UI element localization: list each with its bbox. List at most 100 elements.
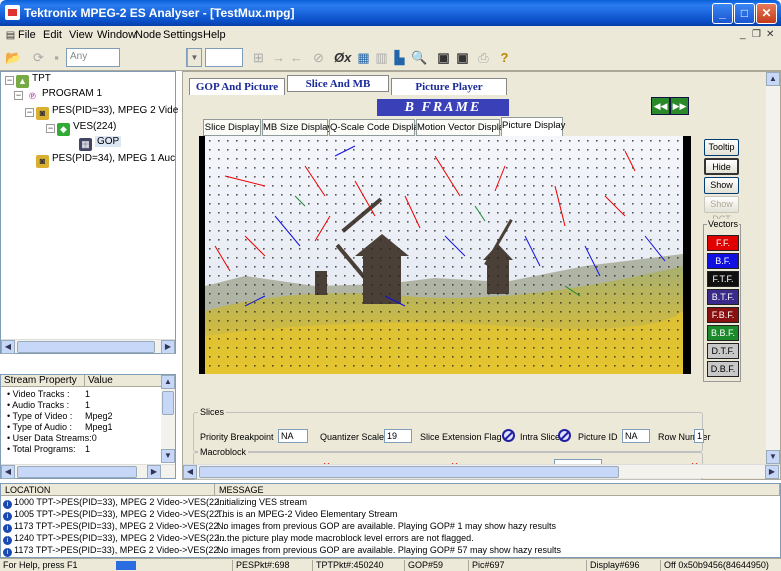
tree-node-tpt[interactable]: ▲ TPT	[16, 73, 51, 88]
tab-motion-vector-display[interactable]: Motion Vector Display	[416, 119, 509, 136]
menu-settings[interactable]: Settings	[163, 29, 203, 41]
minimize-button[interactable]: _	[712, 3, 733, 24]
main-vertical-scrollbar[interactable]: ▲ ▼	[766, 72, 780, 464]
scroll-right-icon[interactable]: ▶	[765, 465, 779, 479]
open-folder-icon[interactable]: 📂	[5, 49, 22, 66]
menu-node[interactable]: Node	[135, 29, 161, 41]
picture-id-field[interactable]: NA	[622, 429, 650, 443]
next-frame-button[interactable]: ▶▶	[670, 97, 689, 115]
scroll-left-icon[interactable]: ◀	[183, 465, 197, 479]
properties-vertical-scrollbar[interactable]: ▲ ▼	[161, 375, 175, 463]
menu-view[interactable]: View	[69, 29, 93, 41]
log-row[interactable]: i 1000 TPT->PES(PID=33), MPEG 2 Video->VE…	[3, 497, 227, 509]
film-stats-icon[interactable]: ▣	[454, 49, 471, 66]
mdi-close-button[interactable]: ✕	[766, 29, 774, 40]
filter-combo[interactable]: Any	[66, 48, 120, 67]
stop-icon[interactable]: ⊘	[310, 49, 327, 66]
number-input[interactable]	[205, 48, 243, 67]
vector-bf-button[interactable]: B.F.	[707, 253, 739, 269]
print-icon[interactable]: ⎙	[475, 49, 492, 66]
vector-ff-button[interactable]: F.F.	[707, 235, 739, 251]
properties-horizontal-scrollbar[interactable]: ◀ ▶	[1, 464, 175, 479]
hide-mvs-button[interactable]: Hide MVs	[704, 158, 739, 187]
menu-window[interactable]: Window	[97, 29, 136, 41]
dropdown-combo[interactable]: ▼	[186, 48, 202, 67]
save-icon[interactable]: ▪	[48, 49, 65, 66]
scroll-left-icon[interactable]: ◀	[1, 340, 15, 354]
scroll-thumb[interactable]	[17, 341, 155, 353]
picture-display[interactable]	[199, 136, 691, 374]
zoom-icon[interactable]: 🔍	[411, 49, 428, 66]
tab-slice-and-mb[interactable]: Slice And MB	[287, 75, 389, 92]
main-horizontal-scrollbar[interactable]: ◀ ▶	[183, 464, 780, 479]
mdi-minimize-button[interactable]: _	[740, 29, 746, 40]
header-location[interactable]: LOCATION	[1, 484, 215, 496]
log-row[interactable]: i 1173 TPT->PES(PID=33), MPEG 2 Video->VE…	[3, 521, 226, 533]
priority-breakpoint-field[interactable]: NA	[278, 429, 308, 443]
collapse-icon[interactable]: −	[5, 76, 14, 85]
refresh-icon[interactable]: ⟳	[30, 49, 47, 66]
log-row[interactable]: i 1173 TPT->PES(PID=33), MPEG 2 Video->VE…	[3, 545, 226, 557]
scroll-thumb[interactable]	[162, 391, 174, 415]
header-value[interactable]: Value	[85, 375, 163, 387]
previous-frame-button[interactable]: ◀◀	[651, 97, 670, 115]
header-property[interactable]: Stream Property	[1, 375, 85, 387]
tree-node-pes-video[interactable]: ◙ PES(PID=33), MPEG 2 Vide	[36, 105, 178, 120]
mdi-restore-button[interactable]: ❐	[752, 29, 761, 40]
scroll-up-icon[interactable]: ▲	[161, 375, 175, 389]
vector-ftf-button[interactable]: F.T.F.	[707, 271, 739, 287]
row-number-field[interactable]: 1	[694, 429, 704, 443]
scroll-left-icon[interactable]: ◀	[1, 465, 15, 479]
arrow-right-icon[interactable]: →	[270, 49, 287, 66]
collapse-icon[interactable]: −	[25, 108, 34, 117]
bar-chart-icon[interactable]: ▙	[391, 49, 408, 66]
tab-gop-and-picture[interactable]: GOP And Picture	[189, 78, 285, 95]
chart-icon[interactable]: ▥	[373, 49, 390, 66]
tab-slice-display[interactable]: Slice Display	[203, 119, 261, 136]
tab-mb-size-display[interactable]: MB Size Display	[262, 119, 332, 136]
menu-edit[interactable]: Edit	[43, 29, 62, 41]
document-icon[interactable]: ▤	[2, 27, 19, 44]
vector-dtf-button[interactable]: D.T.F.	[707, 343, 739, 359]
menu-help[interactable]: Help	[203, 29, 226, 41]
tree-node-pes-audio[interactable]: ◙ PES(PID=34), MPEG 1 Auc	[36, 153, 175, 168]
help-icon[interactable]: ?	[496, 49, 513, 66]
header-message[interactable]: MESSAGE	[215, 484, 780, 496]
arrow-left-icon[interactable]: ←	[288, 49, 305, 66]
collapse-icon[interactable]: −	[14, 91, 23, 100]
tree-horizontal-scrollbar[interactable]: ◀ ▶	[1, 339, 175, 354]
scroll-down-icon[interactable]: ▼	[161, 449, 175, 463]
vector-bbf-button[interactable]: B.B.F.	[707, 325, 739, 341]
menu-file[interactable]: File	[18, 29, 36, 41]
log-row[interactable]: i 1240 TPT->PES(PID=33), MPEG 2 Video->VE…	[3, 533, 227, 545]
scroll-up-icon[interactable]: ▲	[766, 72, 780, 86]
close-button[interactable]: ✕	[756, 3, 777, 24]
title-bar: Tektronix MPEG-2 ES Analyser - [TestMux.…	[0, 0, 781, 26]
maximize-button[interactable]: □	[734, 3, 755, 24]
scroll-thumb[interactable]	[17, 466, 137, 478]
show-grid-button[interactable]: Show Grid	[704, 177, 739, 205]
tooltip-button[interactable]: Tooltip	[704, 139, 739, 156]
grid-icon[interactable]: ⊞	[250, 49, 267, 66]
transport-icon: ▲	[16, 75, 29, 88]
film-icon[interactable]: ▣	[435, 49, 452, 66]
scroll-right-icon[interactable]: ▶	[147, 465, 161, 479]
show-dct-button[interactable]: Show DCT	[704, 196, 739, 224]
tab-picture-display[interactable]: Picture Display	[501, 117, 565, 136]
tree-node-ves[interactable]: ◆ VES(224)	[57, 121, 116, 136]
collapse-icon[interactable]: −	[46, 124, 55, 133]
vector-fbf-button[interactable]: F.B.F.	[707, 307, 739, 323]
quantizer-scale-field[interactable]: 19	[384, 429, 412, 443]
scroll-thumb[interactable]	[199, 466, 619, 478]
filter-x-icon[interactable]: Øx	[334, 49, 351, 66]
tree-node-gop[interactable]: ▦ GOP	[79, 136, 122, 151]
scroll-down-icon[interactable]: ▼	[766, 450, 780, 464]
tree-node-program[interactable]: ℗ PROGRAM 1	[26, 88, 102, 103]
scroll-right-icon[interactable]: ▶	[161, 340, 175, 354]
log-row[interactable]: i 1005 TPT->PES(PID=33), MPEG 2 Video->VE…	[3, 509, 227, 521]
vector-dbf-button[interactable]: D.B.F.	[707, 361, 739, 377]
tab-q-scale-code-display[interactable]: Q-Scale Code Display	[329, 119, 423, 136]
vector-btf-button[interactable]: B.T.F.	[707, 289, 739, 305]
histogram-icon[interactable]: ▦	[355, 49, 372, 66]
tab-picture-player[interactable]: Picture Player	[391, 78, 507, 95]
